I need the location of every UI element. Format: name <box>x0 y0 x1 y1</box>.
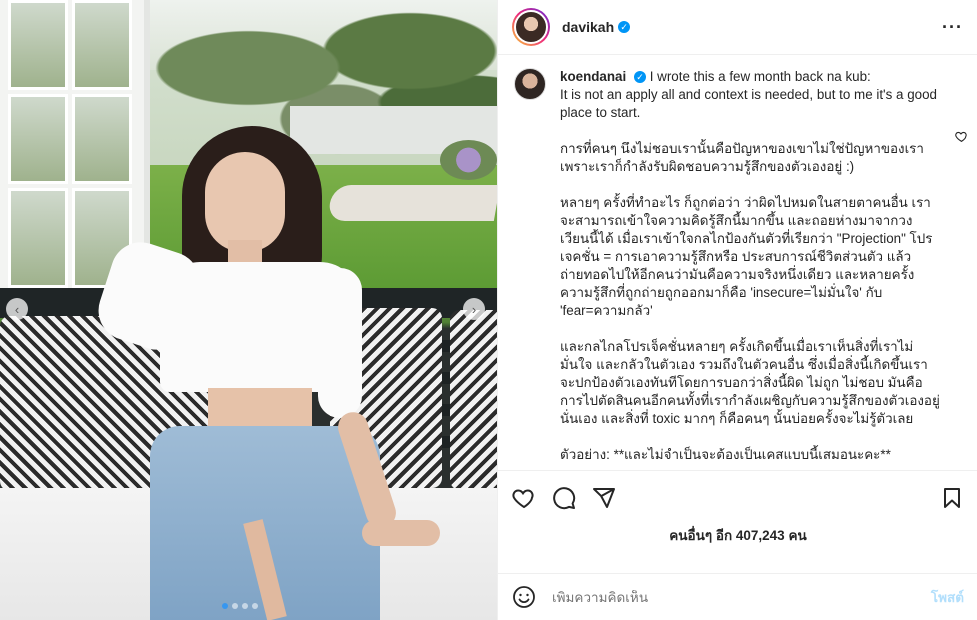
comment-like-heart-icon[interactable] <box>955 130 968 146</box>
likes-count[interactable]: คนอื่นๆ อีก 407,243 คน <box>498 524 977 546</box>
like-heart-icon[interactable] <box>512 486 536 510</box>
carousel-prev-button[interactable]: ‹ <box>6 298 28 320</box>
person-hand <box>362 520 440 546</box>
comment-bubble-icon[interactable] <box>552 486 576 510</box>
chevron-right-icon: › <box>471 301 477 317</box>
carousel-dot <box>252 603 258 609</box>
caption-paragraph: การที่คนๆ นึงไม่ชอบเรานั้นคือปัญหาของเขา… <box>560 141 924 174</box>
author-username[interactable]: davikah <box>562 19 614 35</box>
post-photo[interactable]: ‹ › <box>0 0 497 620</box>
post-header: davikah ✓ ··· <box>498 0 977 55</box>
carousel-dot <box>242 603 248 609</box>
bookmark-icon[interactable] <box>940 486 964 510</box>
verified-badge-icon: ✓ <box>618 21 631 33</box>
author-avatar[interactable] <box>512 8 550 46</box>
carousel-dot <box>222 603 228 609</box>
caption-paragraph: และกลไกลโปรเจ็คชั่นหลายๆ ครั้งเกิดขึ้นเม… <box>560 339 940 426</box>
window-pane <box>8 94 68 184</box>
emoji-smiley-icon[interactable] <box>512 585 536 609</box>
comment-input[interactable] <box>552 589 931 605</box>
window-pane <box>72 0 132 90</box>
chevron-left-icon: ‹ <box>14 301 20 317</box>
carousel-indicator <box>222 603 258 609</box>
window-pane <box>8 0 68 90</box>
caption-paragraph: koendanai ✓ I wrote this a few month bac… <box>560 68 940 122</box>
cushion-far-right <box>450 310 497 490</box>
comment-bar: โพสต์ <box>498 573 977 620</box>
caption-paragraph: หลายๆ ครั้งที่ทำอะไร ก็ถูกต่อว่า ว่าผิดไ… <box>560 195 933 318</box>
photo-path <box>326 185 497 221</box>
window-pane <box>8 188 68 288</box>
caption-block: koendanai ✓ I wrote this a few month bac… <box>498 56 977 468</box>
caption-text: koendanai ✓ I wrote this a few month bac… <box>560 68 940 468</box>
carousel-dot <box>232 603 238 609</box>
person-arm-right <box>318 268 362 418</box>
carousel-next-button[interactable]: › <box>463 298 485 320</box>
share-paper-plane-icon[interactable] <box>592 486 616 510</box>
more-horizontal-icon[interactable]: ··· <box>942 17 963 38</box>
action-bar <box>498 470 977 524</box>
person-face <box>205 152 285 252</box>
verified-badge-icon: ✓ <box>633 71 646 84</box>
avatar-image <box>514 10 548 44</box>
caption-paragraph: ตัวอย่าง: **และไม่จำเป็นจะต้องเป็นเคสแบบ… <box>560 447 891 462</box>
post-sidebar: davikah ✓ ··· koendanai ✓ I wrote this a… <box>497 0 977 620</box>
post-comment-button[interactable]: โพสต์ <box>931 586 964 608</box>
window-pane <box>72 94 132 184</box>
photo-flowers <box>440 140 497 180</box>
commenter-avatar[interactable] <box>514 68 546 100</box>
caption-username[interactable]: koendanai <box>560 69 626 84</box>
